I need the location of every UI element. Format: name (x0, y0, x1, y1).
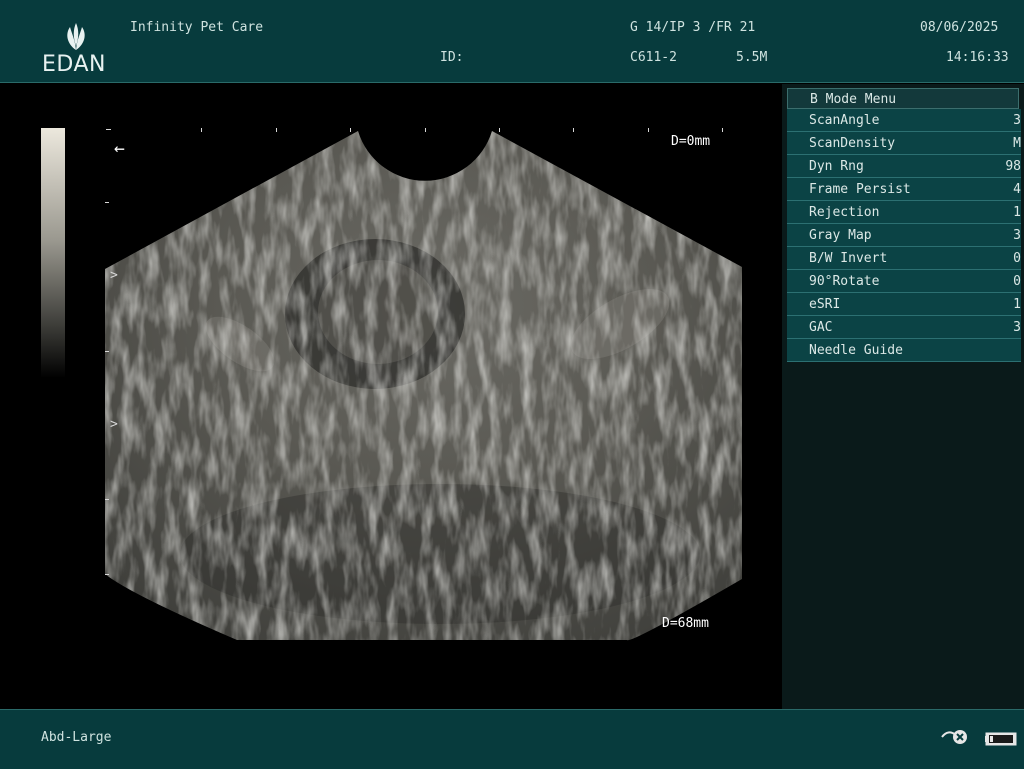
menu-item-bw-invert[interactable]: B/W Invert 0 (787, 247, 1021, 270)
menu-item-label: B/W Invert (809, 251, 888, 266)
probe-model: C611-2 (630, 50, 677, 65)
menu-item-value: 0 (1013, 274, 1021, 289)
menu-item-frame-persist[interactable]: Frame Persist 4 (787, 178, 1021, 201)
focus-marker-2: > (110, 417, 118, 432)
menu-item-value: M (1013, 136, 1021, 151)
exam-preset[interactable]: Abd-Large (41, 730, 111, 745)
menu-item-label: 90°Rotate (809, 274, 880, 289)
exam-date: 08/06/2025 (920, 20, 999, 35)
menu-item-label: GAC (809, 320, 833, 335)
leaf-logo-icon (67, 23, 85, 50)
footer-bar: Abd-Large (0, 709, 1024, 769)
menu-item-gray-map[interactable]: Gray Map 3 (787, 224, 1021, 247)
menu-item-scan-density[interactable]: ScanDensity M (787, 132, 1021, 155)
menu-title: B Mode Menu (787, 88, 1019, 109)
menu-item-label: ScanDensity (809, 136, 896, 151)
header-bar: EDAN Infinity Pet Care ID: G 14/IP 3 /FR… (0, 0, 1024, 83)
menu-list: ScanAngle 3 ScanDensity M Dyn Rng 98 Frame … (787, 109, 1021, 362)
menu-item-value: 0 (1013, 251, 1021, 266)
battery-icon (985, 732, 1017, 746)
exam-time: 14:16:33 (946, 50, 1009, 65)
menu-item-esri[interactable]: eSRI 1 (787, 293, 1021, 316)
menu-item-label: Frame Persist (809, 182, 911, 197)
orientation-arrow-icon: ← (114, 138, 125, 159)
menu-item-label: ScanAngle (809, 113, 880, 128)
menu-item-label: Rejection (809, 205, 880, 220)
menu-item-value: 3 (1013, 113, 1021, 128)
menu-item-needle-guide[interactable]: Needle Guide (787, 339, 1021, 362)
menu-item-value: 3 (1013, 320, 1021, 335)
depth-top-label: D=0mm (671, 134, 711, 149)
patient-id-label: ID: (440, 50, 464, 65)
ultrasound-image-area[interactable]: ← > > D=0mm D=68mm (0, 84, 782, 709)
gain-info: G 14/IP 3 /FR 21 (630, 20, 756, 35)
menu-item-rejection[interactable]: Rejection 1 (787, 201, 1021, 224)
clinic-name: Infinity Pet Care (130, 20, 264, 35)
menu-item-dyn-rng[interactable]: Dyn Rng 98 (787, 155, 1021, 178)
menu-item-scan-angle[interactable]: ScanAngle 3 (787, 109, 1021, 132)
menu-item-value: 1 (1013, 205, 1021, 220)
depth-bottom-label: D=68mm (662, 616, 709, 631)
brand-name: EDAN (42, 52, 106, 77)
menu-item-rotate[interactable]: 90°Rotate 0 (787, 270, 1021, 293)
menu-item-gac[interactable]: GAC 3 (787, 316, 1021, 339)
probe-connection-icon (941, 730, 967, 744)
menu-item-value: 3 (1013, 228, 1021, 243)
menu-item-label: Gray Map (809, 228, 872, 243)
menu-item-value: 4 (1013, 182, 1021, 197)
menu-item-label: Dyn Rng (809, 159, 864, 174)
menu-item-label: eSRI (809, 297, 841, 312)
focus-marker-1: > (110, 268, 118, 283)
menu-item-value: 1 (1013, 297, 1021, 312)
probe-frequency: 5.5M (736, 50, 768, 65)
menu-item-label: Needle Guide (809, 343, 903, 358)
edan-logo: EDAN (30, 22, 118, 77)
b-mode-menu-panel: B Mode Menu ScanAngle 3 ScanDensity M Dyn … (782, 84, 1024, 709)
menu-item-value: 98 (1005, 159, 1021, 174)
